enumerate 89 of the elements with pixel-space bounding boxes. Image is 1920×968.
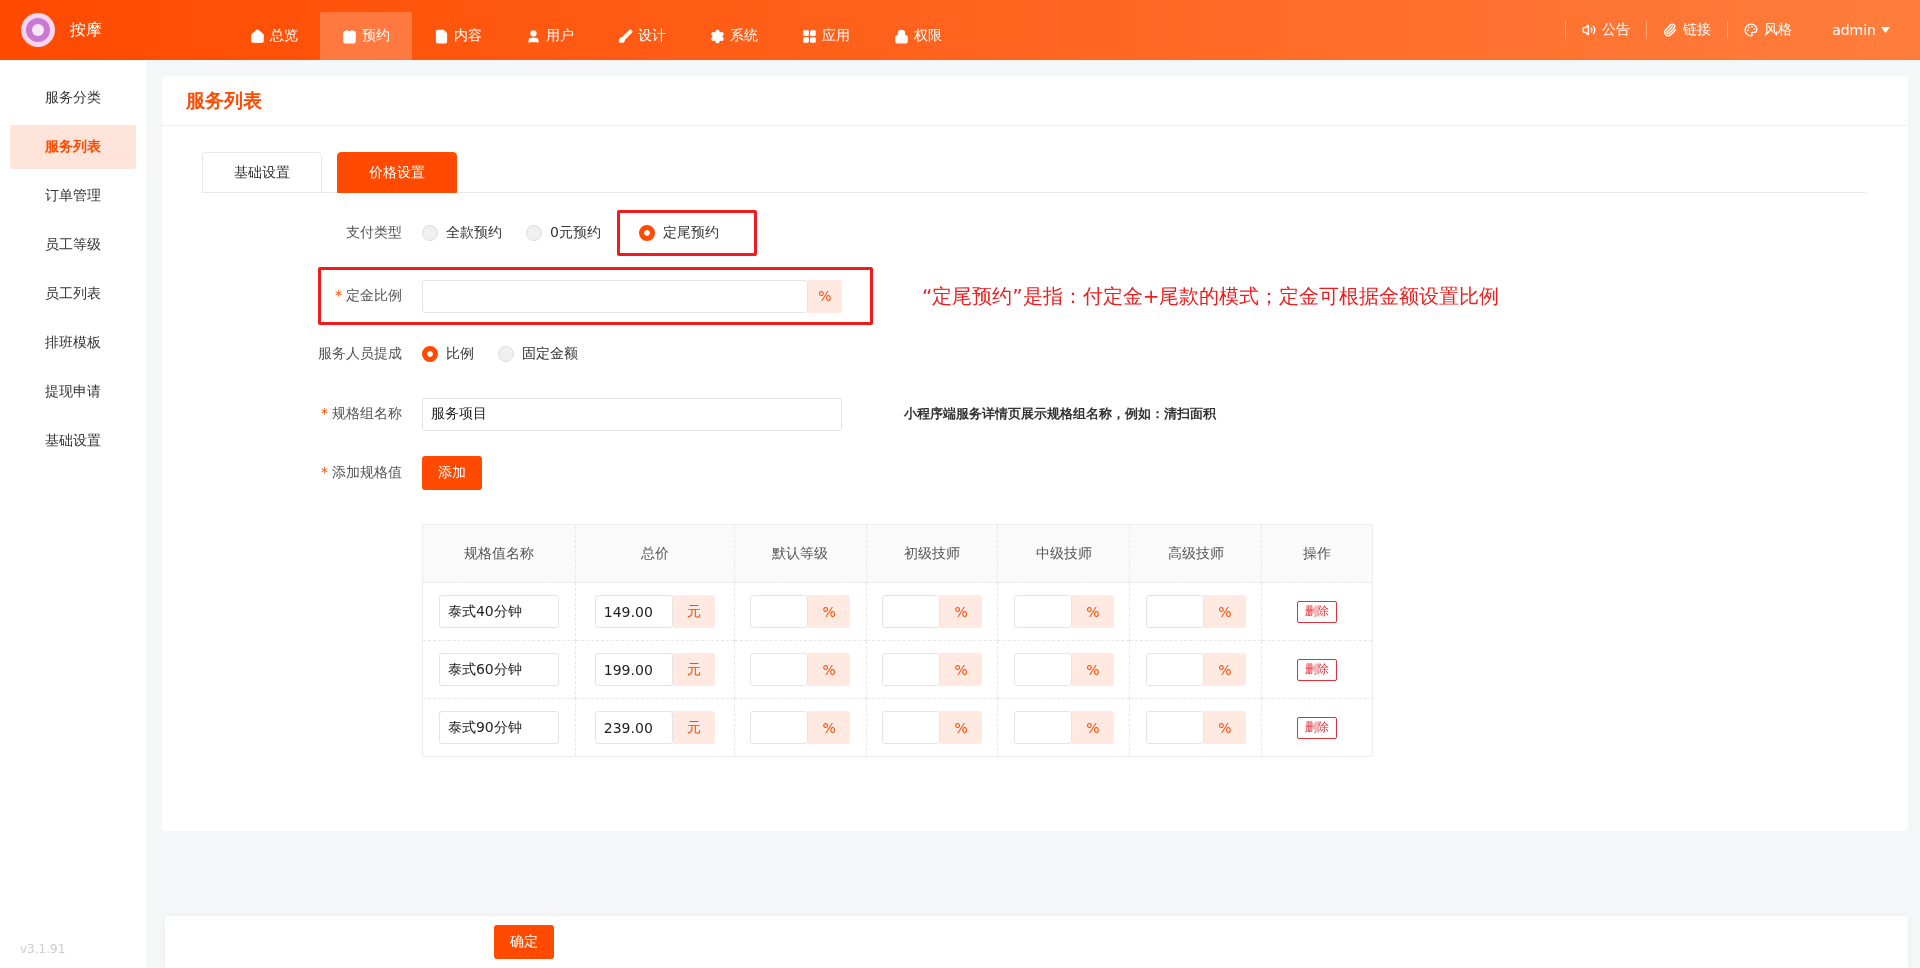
required-mark: * [321,405,328,421]
unit-label: % [940,711,983,744]
rate-input[interactable] [750,711,809,744]
unit-label: % [1203,653,1246,686]
unit-label: 元 [672,711,715,744]
speaker-icon [1582,23,1597,37]
required-mark: * [335,287,342,303]
radio-option[interactable]: 全款预约 [422,220,502,246]
sidebar-item[interactable]: 员工列表 [10,272,136,316]
field-label: 规格组名称 [332,405,402,421]
column-header: 中级技师 [998,524,1130,583]
radio-unchecked[interactable] [526,225,542,241]
unit-label: % [940,653,983,686]
deposit-input[interactable] [422,279,808,313]
document-icon [434,28,449,44]
palette-icon [1744,23,1759,37]
delete-button[interactable]: 删除 [1297,600,1338,623]
radio-checked[interactable] [638,225,655,241]
spec-name-input[interactable]: 泰式60分钟 [438,653,559,686]
radio-option[interactable]: 定尾预约 [638,220,719,246]
unit-label: % [1203,711,1246,744]
logo-icon [20,12,56,48]
sidebar-item[interactable]: 提现申请 [10,370,136,414]
page-title: 服务列表 [162,76,1908,126]
sidebar-item[interactable]: 排班模板 [10,321,136,365]
unit-label: % [1071,711,1114,744]
rate-input[interactable] [1013,653,1072,686]
tab[interactable]: 基础设置 [202,152,322,193]
rate-input[interactable] [1013,595,1072,628]
unit-label: % [808,653,851,686]
rate-input[interactable] [882,653,941,686]
column-header: 高级技师 [1129,524,1262,583]
rate-input[interactable] [1013,711,1072,744]
column-header: 规格值名称 [422,524,576,583]
calendar-icon [342,28,357,44]
delete-button[interactable]: 删除 [1297,658,1338,681]
caret-icon [1881,27,1890,33]
app-name: 按摩 [70,19,102,41]
radio-option[interactable]: 固定金额 [498,341,578,367]
unit-label: % [1071,595,1114,628]
radio-option[interactable]: 0元预约 [526,220,601,246]
home-icon [250,28,265,44]
unit-label: % [808,279,842,313]
price-input[interactable]: 199.00 [594,653,673,686]
sidebar-item[interactable]: 基础设置 [10,419,136,463]
column-header: 初级技师 [866,524,998,583]
rate-input[interactable] [1145,711,1204,744]
column-header: 默认等级 [734,524,867,583]
radio-option[interactable]: 比例 [422,341,474,367]
unit-label: % [808,595,851,628]
rate-input[interactable] [1145,595,1204,628]
sidebar-item[interactable]: 员工等级 [10,223,136,267]
radio-unchecked[interactable] [498,346,514,362]
sidebar-item[interactable]: 服务分类 [10,76,136,120]
field-label: 服务人员提成 [318,345,402,361]
price-input[interactable]: 149.00 [594,595,673,628]
field-label: 支付类型 [346,224,402,240]
spec-group-input[interactable]: 服务项目 [422,397,842,431]
rate-input[interactable] [882,595,941,628]
column-header: 总价 [575,524,735,583]
brush-icon [618,28,633,44]
unit-label: % [1203,595,1246,628]
paperclip-icon [1663,23,1678,37]
lock-icon [894,28,909,44]
radio-checked[interactable] [422,346,438,362]
annotation-note: “定尾预约”是指：付定金+尾款的模式；定金可根据金额设置比例 [922,282,1500,310]
grid-icon [802,28,817,44]
unit-label: % [940,595,983,628]
required-mark: * [321,464,328,480]
spec-name-input[interactable]: 泰式90分钟 [438,711,559,744]
sidebar-item[interactable]: 订单管理 [10,174,136,218]
user-icon [526,28,541,44]
settings-icon [710,28,725,44]
rate-input[interactable] [750,653,809,686]
field-label: 定金比例 [346,287,402,303]
rate-input[interactable] [882,711,941,744]
rate-input[interactable] [750,595,809,628]
unit-label: % [1071,653,1114,686]
rate-input[interactable] [1145,653,1204,686]
price-input[interactable]: 239.00 [594,711,673,744]
delete-button[interactable]: 删除 [1297,716,1338,739]
field-label: 添加规格值 [332,464,402,480]
spec-name-input[interactable]: 泰式40分钟 [438,595,559,628]
unit-label: 元 [672,595,715,628]
column-header: 操作 [1261,524,1373,583]
radio-unchecked[interactable] [422,225,438,241]
unit-label: % [808,711,851,744]
unit-label: 元 [672,653,715,686]
hint-text: 小程序端服务详情页展示规格组名称，例如：清扫面积 [904,405,1216,423]
